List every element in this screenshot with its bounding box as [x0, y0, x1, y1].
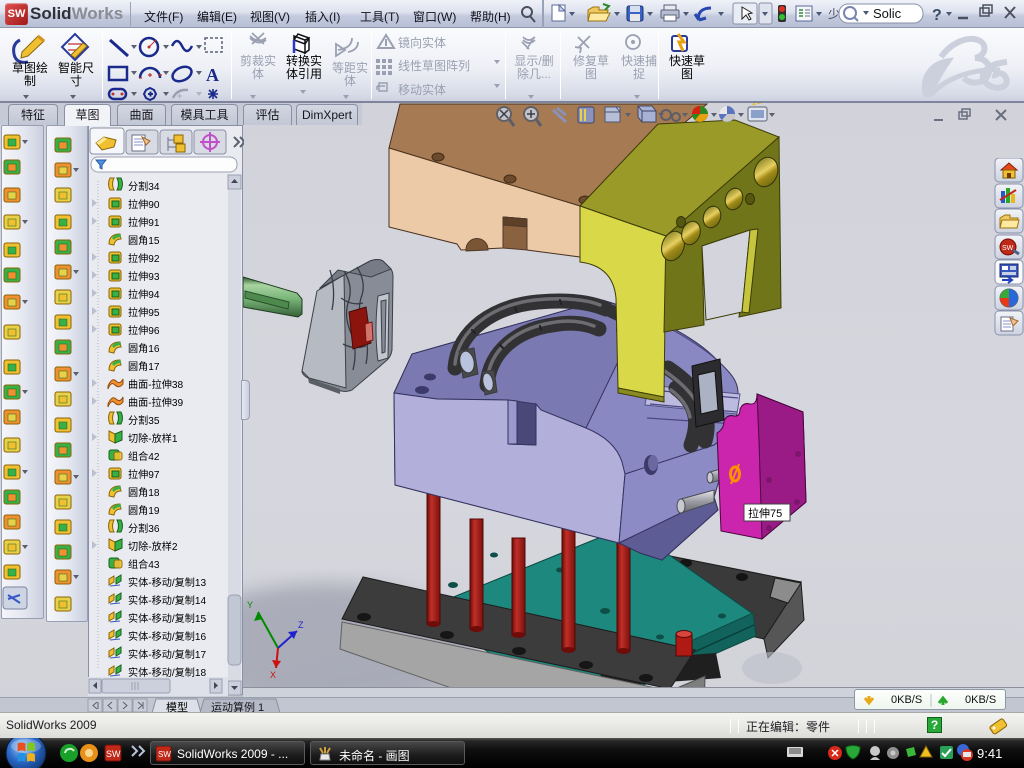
svg-text:SW: SW: [1002, 245, 1014, 252]
svg-text:Y: Y: [247, 600, 253, 610]
svg-text:SW: SW: [106, 749, 121, 759]
svg-text:?: ?: [932, 7, 942, 24]
svg-text:Z: Z: [298, 620, 304, 630]
svg-text:Solic: Solic: [873, 6, 902, 21]
svg-text:SW: SW: [158, 750, 171, 759]
svg-text:拉伸75: 拉伸75: [748, 506, 782, 520]
svg-text:A: A: [206, 65, 219, 85]
svg-text:X: X: [270, 670, 276, 680]
